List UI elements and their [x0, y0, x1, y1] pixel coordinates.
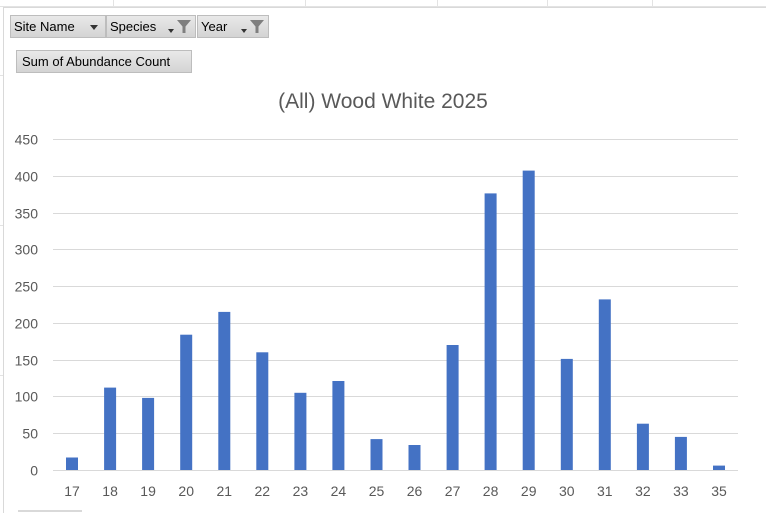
x-tick-label: 19: [140, 483, 156, 499]
bar[interactable]: [294, 392, 307, 470]
x-tick-label: 31: [597, 483, 613, 499]
bar[interactable]: [142, 397, 155, 470]
x-tick-label: 21: [217, 483, 233, 499]
x-tick-label: 25: [369, 483, 385, 499]
x-tick-label: 26: [407, 483, 423, 499]
y-tick-label: 200: [15, 316, 39, 332]
x-tick-label: 28: [483, 483, 499, 499]
bar[interactable]: [674, 436, 687, 470]
y-tick-label: 300: [15, 242, 39, 258]
x-tick-label: 22: [255, 483, 271, 499]
bar[interactable]: [484, 193, 497, 470]
x-tick-label: 27: [445, 483, 461, 499]
x-tick-label: 17: [64, 483, 80, 499]
x-tick-label: 24: [331, 483, 347, 499]
bar[interactable]: [218, 311, 231, 470]
bar[interactable]: [104, 387, 117, 470]
x-tick-label: 23: [293, 483, 309, 499]
y-tick-label: 150: [15, 353, 39, 369]
bar[interactable]: [370, 439, 383, 470]
x-tick-label: 20: [178, 483, 194, 499]
bar[interactable]: [598, 299, 611, 470]
bar[interactable]: [636, 423, 649, 470]
x-tick-label: 32: [635, 483, 651, 499]
bar[interactable]: [256, 352, 269, 470]
x-tick-label: 30: [559, 483, 575, 499]
x-tick-label: 29: [521, 483, 537, 499]
bar[interactable]: [446, 345, 459, 470]
y-tick-label: 400: [15, 169, 39, 185]
y-tick-label: 50: [22, 426, 38, 442]
x-tick-label: 33: [673, 483, 689, 499]
y-tick-label: 100: [15, 389, 39, 405]
x-tick-label: 35: [711, 483, 727, 499]
bar[interactable]: [713, 465, 725, 470]
y-tick-label: 0: [30, 463, 38, 479]
bar[interactable]: [180, 334, 193, 470]
y-tick-label: 450: [15, 132, 39, 148]
x-tick-label: 18: [102, 483, 118, 499]
bar[interactable]: [408, 445, 421, 470]
bar-chart: 0 50 100 150 200 250 300 350 400 450 17 18 19 20 21 22 2…: [15, 132, 738, 499]
y-tick-label: 250: [15, 279, 39, 295]
bar[interactable]: [560, 358, 573, 470]
y-tick-label: 350: [15, 206, 39, 222]
bar[interactable]: [522, 170, 535, 470]
bar[interactable]: [66, 457, 78, 471]
bar[interactable]: [332, 381, 345, 470]
